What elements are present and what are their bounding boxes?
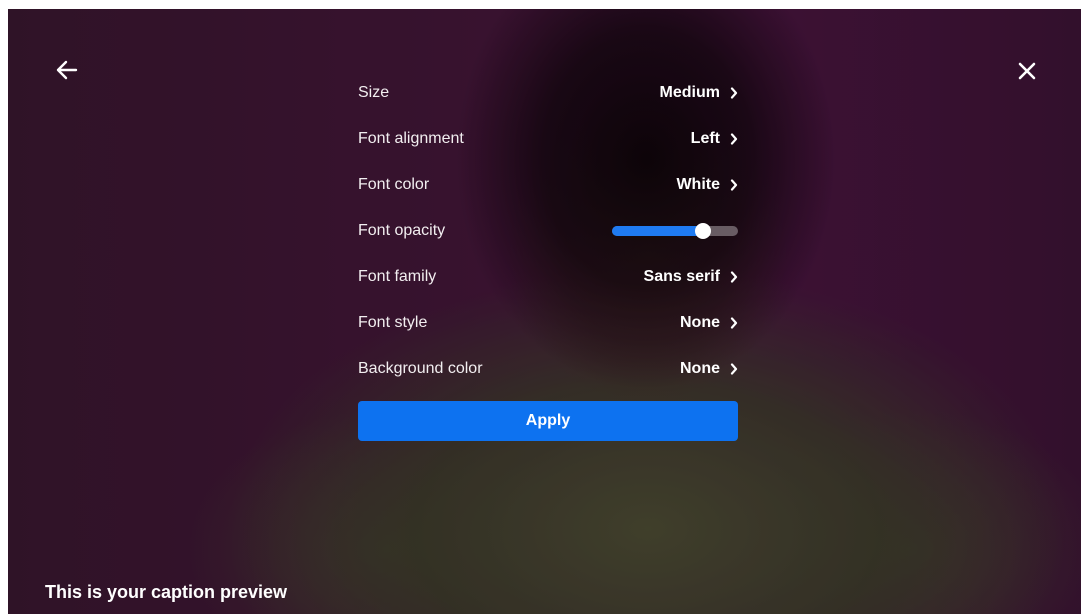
caption-settings-panel: Size Medium Font alignment Left Font col… [358,70,738,441]
apply-button-label: Apply [525,412,571,429]
font-family-selector[interactable]: Sans serif [644,268,738,286]
setting-font-opacity: Font opacity [358,208,738,254]
setting-label: Font style [358,314,428,331]
chevron-right-icon [730,363,738,375]
setting-value: Sans serif [643,268,720,285]
setting-size: Size Medium [358,70,738,116]
close-button[interactable] [1010,54,1044,88]
video-background: Size Medium Font alignment Left Font col… [8,9,1081,614]
setting-label: Font family [358,268,437,285]
setting-font-family: Font family Sans serif [358,254,738,300]
size-selector[interactable]: Medium [660,84,738,102]
setting-value: None [680,314,720,331]
slider-thumb[interactable] [694,223,711,239]
background-color-selector[interactable]: None [680,360,738,378]
setting-label: Font color [358,176,430,193]
setting-font-style: Font style None [358,300,738,346]
setting-label: Size [358,84,390,101]
setting-font-alignment: Font alignment Left [358,116,738,162]
font-color-selector[interactable]: White [676,176,738,194]
setting-font-color: Font color White [358,162,738,208]
setting-value: White [676,176,720,193]
font-style-selector[interactable]: None [680,314,738,332]
font-opacity-slider[interactable] [612,223,738,239]
chevron-right-icon [730,87,738,99]
close-icon [1018,62,1036,80]
setting-value: Left [690,130,720,147]
font-alignment-selector[interactable]: Left [691,130,738,148]
arrow-left-icon [56,60,78,80]
chevron-right-icon [730,317,738,329]
setting-value: None [680,360,720,377]
back-button[interactable] [50,53,84,87]
setting-background-color: Background color None [358,346,738,392]
chevron-right-icon [730,133,738,145]
setting-label: Font opacity [358,222,446,239]
chevron-right-icon [730,271,738,283]
chevron-right-icon [730,179,738,191]
setting-value: Medium [659,84,720,101]
setting-label: Background color [358,360,483,377]
caption-preview: This is your caption preview [45,582,288,602]
setting-label: Font alignment [358,130,464,147]
slider-fill [612,226,703,236]
apply-button[interactable]: Apply [358,401,738,441]
